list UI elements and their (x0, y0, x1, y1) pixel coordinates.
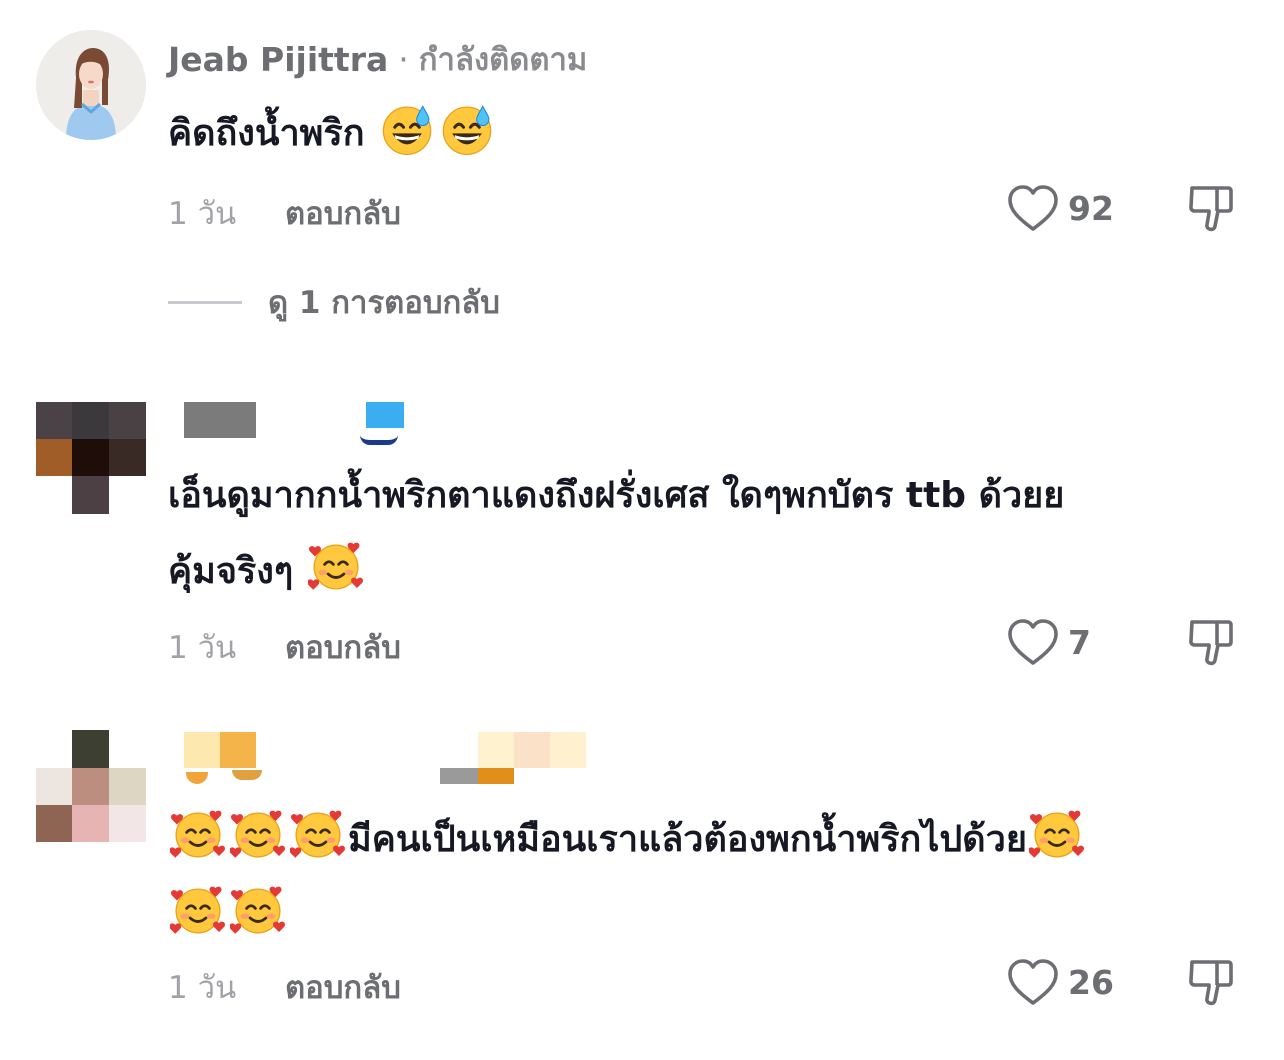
author-name-blurred (186, 772, 208, 784)
avatar-pixel (72, 730, 109, 768)
heart-icon[interactable] (1006, 183, 1060, 233)
comment-item-2: เอ็นดูมากกน้ำพริกตาแดงถึงฝรั่งเศส ใดๆพกบ… (0, 400, 1284, 690)
reply-button[interactable]: ตอบกลับ (285, 622, 401, 672)
comment-text: มีคนเป็นเหมือนเราแล้วต้องพกน้ำพริกไปด้วย (168, 802, 1248, 954)
comment-text-line2: คุ้มจริงๆ (168, 551, 294, 592)
comment-item-1: Jeab Pijittra · กำลังติดตาม คิดถึงน้ำพริ… (0, 0, 1284, 340)
avatar-pixel (109, 768, 146, 805)
user-avatar[interactable] (36, 30, 146, 140)
like-button[interactable]: 92 (1006, 180, 1114, 236)
author-badge-blurred (478, 768, 514, 784)
avatar-pixel (109, 439, 146, 476)
avatar-pixel (72, 476, 109, 514)
smiling-hearts-emoji (308, 539, 364, 595)
smiling-hearts-emoji (1029, 807, 1085, 863)
like-count: 26 (1068, 962, 1114, 1002)
smiling-hearts-emoji (290, 807, 346, 863)
smiling-hearts-emoji (170, 807, 226, 863)
heart-icon[interactable] (1006, 957, 1060, 1007)
user-avatar-blurred[interactable] (36, 730, 146, 842)
comment-header: Jeab Pijittra · กำลังติดตาม (168, 34, 587, 84)
comment-text-line1: มีคนเป็นเหมือนเราแล้วต้องพกน้ำพริกไปด้วย (348, 819, 1027, 860)
thumbs-down-icon[interactable] (1184, 616, 1236, 668)
grinning-sweat-emoji (379, 101, 435, 157)
author-badge-blurred-tail (360, 428, 398, 445)
avatar-pixel (72, 805, 109, 842)
author-badge-blurred (550, 732, 586, 768)
comment-text-line1: เอ็นดูมากกน้ำพริกตาแดงถึงฝรั่งเศส ใดๆพกบ… (168, 475, 1065, 516)
like-button[interactable]: 7 (1006, 614, 1091, 670)
comment-time: 1 วัน (168, 196, 237, 232)
reply-button[interactable]: ตอบกลับ (285, 962, 401, 1012)
comment-time: 1 วัน (168, 970, 237, 1006)
avatar-pixel (36, 768, 72, 805)
comment-text-content: คิดถึงน้ำพริก (168, 113, 365, 154)
reply-button[interactable]: ตอบกลับ (285, 188, 401, 238)
avatar-pixel (109, 402, 146, 439)
author-badge-blurred (440, 768, 478, 784)
comment-item-3: มีคนเป็นเหมือนเราแล้วต้องพกน้ำพริกไปด้วย… (0, 730, 1284, 1060)
grinning-sweat-emoji (439, 101, 495, 157)
view-replies-label[interactable]: ดู 1 การตอบกลับ (268, 277, 500, 327)
comment-text: คิดถึงน้ำพริก (168, 96, 1248, 172)
comment-text: เอ็นดูมากกน้ำพริกตาแดงถึงฝรั่งเศส ใดๆพกบ… (168, 458, 1248, 610)
heart-icon[interactable] (1006, 617, 1060, 667)
view-replies-button[interactable]: ดู 1 การตอบกลับ (168, 278, 500, 326)
following-status: กำลังติดตาม (418, 42, 588, 78)
smiling-hearts-emoji (230, 883, 286, 939)
avatar-pixel (36, 402, 72, 439)
author-name-blurred[interactable] (184, 732, 220, 768)
author-badge-blurred (514, 732, 550, 768)
user-avatar-blurred[interactable] (36, 402, 146, 514)
author-badge-blurred (478, 732, 514, 768)
like-count: 92 (1068, 188, 1114, 228)
avatar-pixel (72, 768, 109, 805)
smiling-hearts-emoji (230, 807, 286, 863)
avatar-pixel (109, 805, 146, 842)
author-name-blurred[interactable] (184, 402, 256, 438)
separator-dot: · (398, 39, 409, 79)
author-name[interactable]: Jeab Pijittra (168, 40, 388, 79)
author-name-blurred[interactable] (220, 732, 256, 768)
smiling-hearts-emoji (170, 883, 226, 939)
avatar-pixel (72, 439, 109, 476)
author-name-blurred (232, 770, 262, 780)
thumbs-down-icon[interactable] (1184, 182, 1236, 234)
avatar-pixel (72, 402, 109, 439)
author-badge-blurred (366, 402, 404, 428)
like-count: 7 (1068, 622, 1091, 662)
like-button[interactable]: 26 (1006, 954, 1114, 1010)
avatar-pixel (36, 805, 72, 842)
comment-time: 1 วัน (168, 630, 237, 666)
thumbs-down-icon[interactable] (1184, 956, 1236, 1008)
replies-divider-line (168, 300, 242, 304)
avatar-pixel (36, 439, 72, 476)
avatar-image (36, 30, 146, 140)
